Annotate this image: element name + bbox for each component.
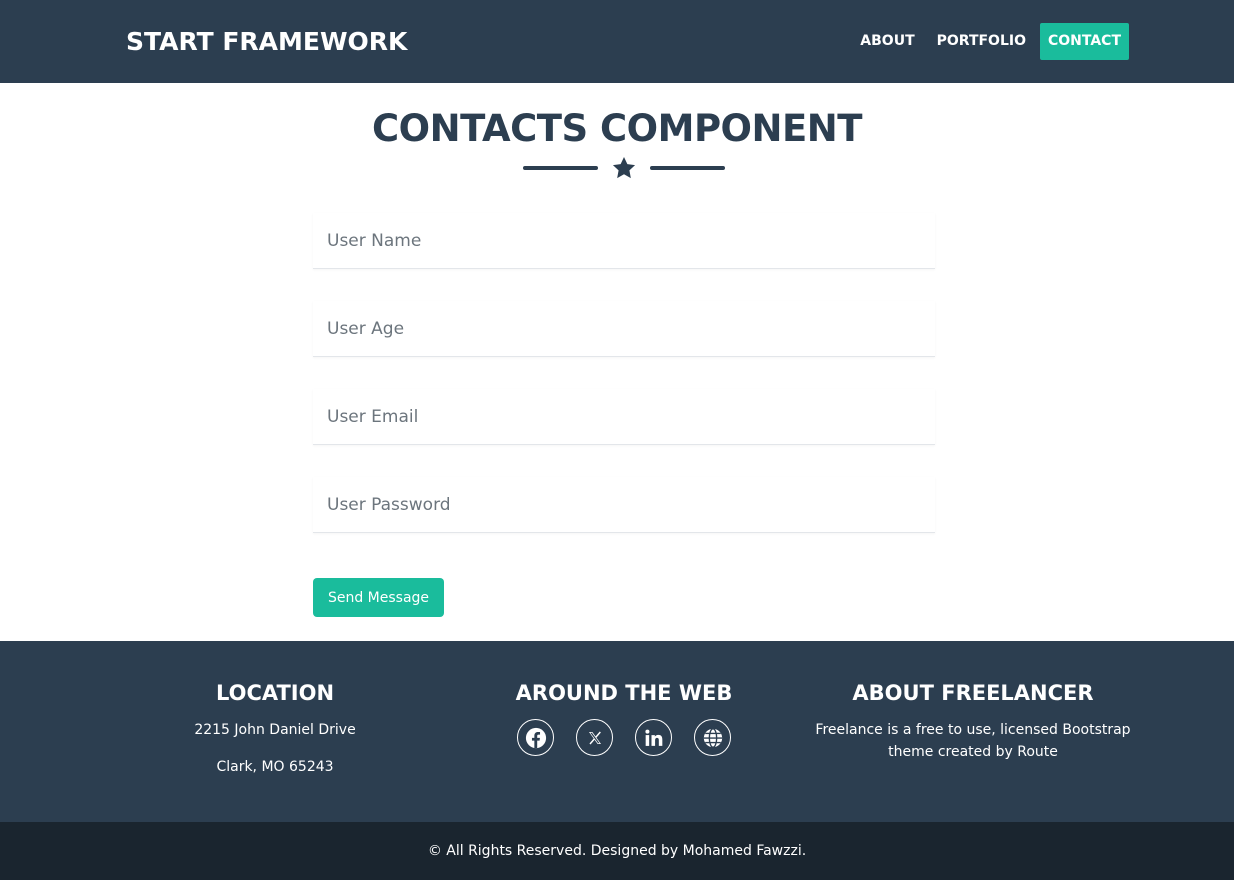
social-links <box>474 719 774 756</box>
x-link[interactable] <box>576 719 613 756</box>
linkedin-link[interactable] <box>635 719 672 756</box>
footer-around-the-web: AROUND THE WEB <box>474 681 774 756</box>
nav-links: ABOUT PORTFOLIO CONTACT <box>846 23 1129 60</box>
user-email-input[interactable] <box>313 389 935 445</box>
x-icon <box>588 731 601 744</box>
page-title: CONTACTS COMPONENT <box>372 107 862 150</box>
title-divider <box>523 155 725 181</box>
facebook-link[interactable] <box>517 719 554 756</box>
address-line-1: 2215 John Daniel Drive <box>194 722 356 738</box>
brand-logo[interactable]: START FRAMEWORK <box>126 27 407 56</box>
navbar: START FRAMEWORK ABOUT PORTFOLIO CONTACT <box>0 0 1234 83</box>
website-link[interactable] <box>694 719 731 756</box>
about-text: Freelance is a free to use, licensed Boo… <box>815 722 1131 760</box>
star-icon <box>612 156 636 179</box>
linkedin-icon <box>644 729 662 746</box>
facebook-icon <box>525 727 546 748</box>
send-message-button[interactable]: Send Message <box>313 578 444 617</box>
nav-link-portfolio[interactable]: PORTFOLIO <box>929 23 1034 60</box>
location-heading: LOCATION <box>215 681 335 705</box>
address-line-2: Clark, MO 65243 <box>216 759 334 775</box>
nav-link-contact[interactable]: CONTACT <box>1039 23 1129 60</box>
globe-icon <box>703 727 722 748</box>
around-the-web-heading: AROUND THE WEB <box>515 681 733 705</box>
contact-section: CONTACTS COMPONENT Send Message <box>0 83 1234 641</box>
user-age-input[interactable] <box>313 301 935 357</box>
about-heading: ABOUT FREELANCER <box>852 681 1094 705</box>
footer: LOCATION 2215 John Daniel Drive Clark, M… <box>0 641 1234 822</box>
divider-line-right <box>650 166 725 170</box>
copyright-bar: © All Rights Reserved. Designed by Moham… <box>0 822 1234 880</box>
nav-link-about[interactable]: ABOUT <box>852 23 922 60</box>
divider-line-left <box>523 166 598 170</box>
user-name-input[interactable] <box>313 213 935 269</box>
contact-form: Send Message <box>313 213 935 617</box>
user-password-input[interactable] <box>313 477 935 533</box>
footer-location: LOCATION 2215 John Daniel Drive Clark, M… <box>150 681 400 793</box>
footer-about: ABOUT FREELANCER Freelance is a free to … <box>813 681 1133 763</box>
